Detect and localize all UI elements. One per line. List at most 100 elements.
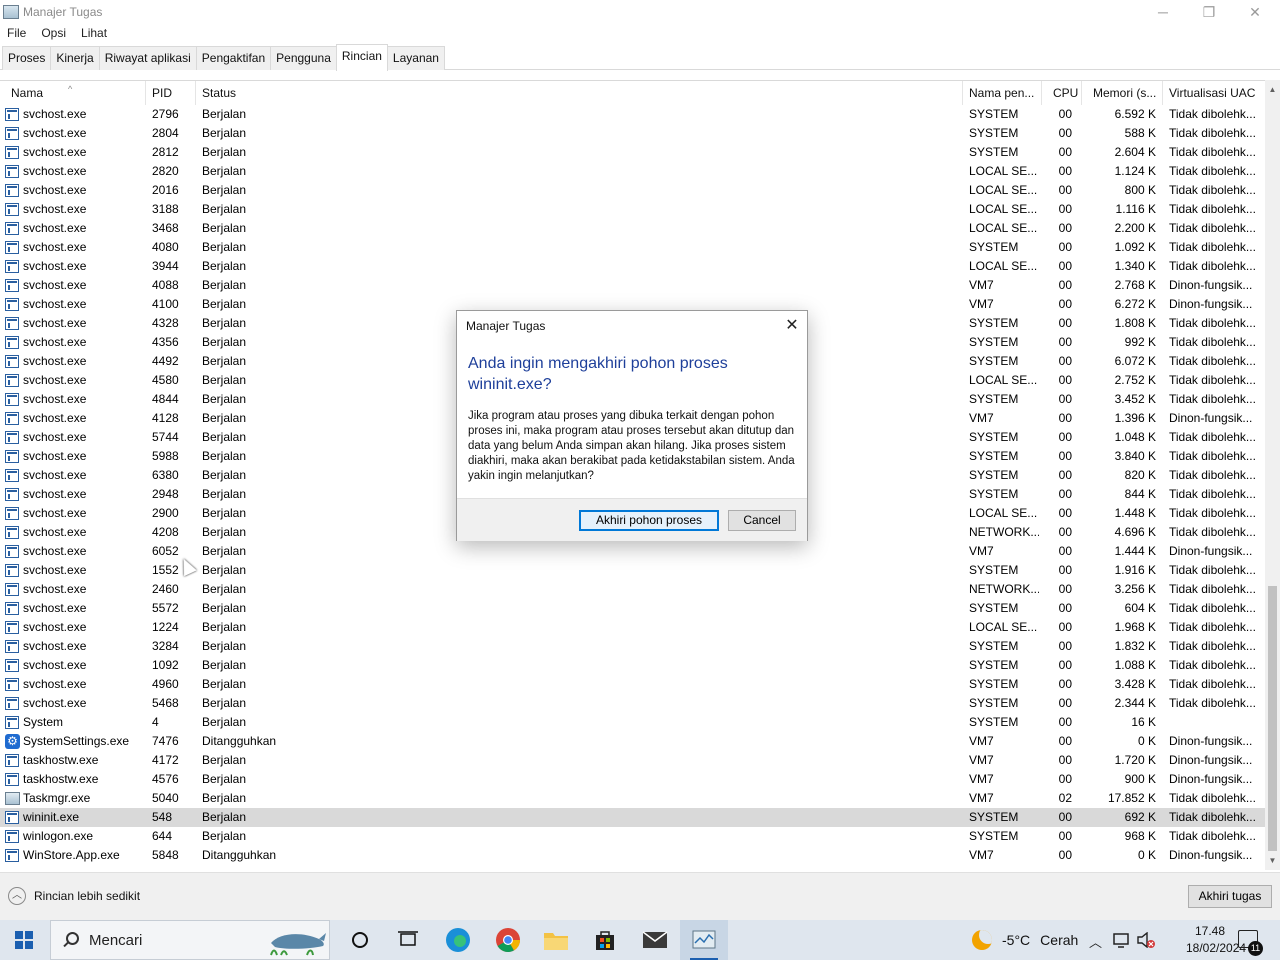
process-user: LOCAL SE...: [969, 183, 1038, 197]
process-cpu: 00: [1058, 734, 1072, 748]
scroll-thumb[interactable]: [1268, 586, 1277, 851]
tab-performance[interactable]: Kinerja: [50, 46, 100, 70]
process-user: SYSTEM: [969, 677, 1019, 691]
scroll-down-icon[interactable]: ▼: [1265, 853, 1280, 868]
table-row[interactable]: svchost.exe 1092 Berjalan SYSTEM 00 1.088 K Ti…: [0, 656, 1265, 675]
table-row[interactable]: winlogon.exe 644 Berjalan SYSTEM 00 968 K Tida…: [0, 827, 1265, 846]
process-window-icon: [5, 336, 19, 349]
table-row[interactable]: svchost.exe 2796 Berjalan SYSTEM 00 6.592 K Ti…: [0, 105, 1265, 124]
process-name: svchost.exe: [23, 601, 87, 615]
cortana-icon[interactable]: [346, 926, 374, 954]
process-name: SystemSettings.exe: [23, 734, 130, 748]
process-memory: 2.752 K: [1114, 373, 1156, 387]
task-view-icon[interactable]: [394, 926, 422, 954]
process-memory: 1.092 K: [1114, 240, 1156, 254]
table-row[interactable]: taskhostw.exe 4172 Berjalan VM7 00 1.720 K Din…: [0, 751, 1265, 770]
table-row[interactable]: svchost.exe 3284 Berjalan SYSTEM 00 1.832 K Ti…: [0, 637, 1265, 656]
menu-view[interactable]: Lihat: [74, 24, 115, 42]
cancel-button[interactable]: Cancel: [728, 510, 796, 531]
dialog-close-icon[interactable]: ✕: [781, 315, 803, 337]
process-name: svchost.exe: [23, 639, 87, 653]
vertical-scrollbar[interactable]: ▲ ▼: [1265, 80, 1280, 870]
process-uac: Dinon-fungsik...: [1169, 297, 1253, 311]
tab-app-history[interactable]: Riwayat aplikasi: [98, 46, 197, 70]
table-row[interactable]: Taskmgr.exe 5040 Berjalan VM7 02 17.852 K Tida…: [0, 789, 1265, 808]
table-row[interactable]: svchost.exe 4080 Berjalan SYSTEM 00 1.092 K Ti…: [0, 238, 1265, 257]
tab-services[interactable]: Layanan: [386, 46, 445, 70]
file-explorer-icon[interactable]: [542, 926, 570, 954]
edge-browser-icon[interactable]: [444, 926, 472, 954]
table-row[interactable]: svchost.exe 3188 Berjalan LOCAL SE... 00 1.11…: [0, 200, 1265, 219]
weather-widget[interactable]: -5°C Cerah: [972, 930, 1078, 950]
table-row[interactable]: svchost.exe 2812 Berjalan SYSTEM 00 2.604 K Ti…: [0, 143, 1265, 162]
table-row[interactable]: wininit.exe 548 Berjalan SYSTEM 00 692 K Tidak…: [0, 808, 1265, 827]
menu-options[interactable]: Opsi: [34, 24, 74, 42]
process-window-icon: [5, 659, 19, 672]
microsoft-store-icon[interactable]: [591, 926, 619, 954]
table-row[interactable]: taskhostw.exe 4576 Berjalan VM7 00 900 K Dinon…: [0, 770, 1265, 789]
column-header-memory[interactable]: Memori (s...: [1082, 81, 1163, 105]
process-name-cell: svchost.exe: [5, 694, 145, 713]
table-row[interactable]: svchost.exe 1224 Berjalan LOCAL SE... 00 1.96…: [0, 618, 1265, 637]
table-row[interactable]: svchost.exe 5468 Berjalan SYSTEM 00 2.344 K Ti…: [0, 694, 1265, 713]
process-memory: 2.344 K: [1114, 696, 1156, 710]
table-row[interactable]: svchost.exe 2460 Berjalan NETWORK... 00 3.256…: [0, 580, 1265, 599]
chrome-browser-icon[interactable]: [494, 926, 522, 954]
table-row[interactable]: ⚙ SystemSettings.exe 7476 Ditangguhkan VM7 00…: [0, 732, 1265, 751]
network-icon[interactable]: [1112, 932, 1130, 951]
column-header-status[interactable]: Status: [196, 81, 963, 105]
tab-startup[interactable]: Pengaktifan: [195, 46, 272, 70]
column-header-user[interactable]: Nama pen...: [963, 81, 1042, 105]
process-status: Berjalan: [202, 259, 247, 273]
mail-icon[interactable]: [641, 926, 669, 954]
fewer-details-toggle[interactable]: ︿ Rincian lebih sedikit: [8, 887, 140, 905]
system-clock[interactable]: 17.48 18/02/2024: [1186, 923, 1247, 957]
process-name-cell: ⚙ SystemSettings.exe: [5, 732, 145, 751]
tab-details[interactable]: Rincian: [335, 44, 388, 71]
end-task-button[interactable]: Akhiri tugas: [1188, 885, 1272, 908]
process-memory: 900 K: [1124, 772, 1156, 786]
table-row[interactable]: svchost.exe 3944 Berjalan LOCAL SE... 00 1.34…: [0, 257, 1265, 276]
tab-processes[interactable]: Proses: [2, 46, 52, 70]
maximize-button[interactable]: ❐: [1186, 0, 1232, 24]
process-window-icon: [5, 279, 19, 292]
table-row[interactable]: svchost.exe 4960 Berjalan SYSTEM 00 3.428 K Ti…: [0, 675, 1265, 694]
start-button[interactable]: [0, 920, 48, 960]
process-window-icon: [5, 621, 19, 634]
table-row[interactable]: svchost.exe 5572 Berjalan SYSTEM 00 604 K Tida…: [0, 599, 1265, 618]
end-process-tree-button[interactable]: Akhiri pohon proses: [579, 510, 719, 531]
table-row[interactable]: svchost.exe 2820 Berjalan LOCAL SE... 00 1.12…: [0, 162, 1265, 181]
table-row[interactable]: svchost.exe 3468 Berjalan LOCAL SE... 00 2.20…: [0, 219, 1265, 238]
process-cpu: 00: [1058, 696, 1072, 710]
process-cpu: 00: [1058, 354, 1072, 368]
table-row[interactable]: svchost.exe 4088 Berjalan VM7 00 2.768 K Dinon…: [0, 276, 1265, 295]
process-memory: 2.604 K: [1114, 145, 1156, 159]
process-cpu: 00: [1058, 715, 1072, 729]
column-header-pid[interactable]: PID: [146, 81, 196, 105]
close-button[interactable]: ✕: [1232, 0, 1278, 24]
tab-users[interactable]: Pengguna: [270, 46, 337, 70]
table-row[interactable]: WinStore.App.exe 5848 Ditangguhkan VM7 00 0 K…: [0, 846, 1265, 865]
table-row[interactable]: System 4 Berjalan SYSTEM 00 16 K: [0, 713, 1265, 732]
table-row[interactable]: svchost.exe 2016 Berjalan LOCAL SE... 00 800 …: [0, 181, 1265, 200]
process-pid: 2460: [152, 582, 179, 596]
column-header-uac[interactable]: Virtualisasi UAC: [1163, 81, 1265, 105]
process-memory: 0 K: [1137, 734, 1156, 748]
process-name-cell: svchost.exe: [5, 295, 145, 314]
task-manager-taskbar-button[interactable]: [680, 920, 728, 960]
process-uac: Tidak dibolehk...: [1169, 392, 1256, 406]
column-header-cpu[interactable]: CPU: [1042, 81, 1082, 105]
volume-muted-icon[interactable]: [1136, 931, 1156, 951]
column-header-name[interactable]: Nama ^: [0, 81, 146, 105]
menu-file[interactable]: File: [0, 24, 34, 42]
minimize-button[interactable]: ─: [1140, 0, 1186, 24]
taskbar-search[interactable]: Mencari: [50, 920, 330, 960]
scroll-up-icon[interactable]: ▲: [1265, 82, 1280, 97]
clock-date: 18/02/2024: [1186, 941, 1247, 955]
process-pid: 2948: [152, 487, 179, 501]
process-name: svchost.exe: [23, 506, 87, 520]
table-row[interactable]: svchost.exe 2804 Berjalan SYSTEM 00 588 K Tida…: [0, 124, 1265, 143]
process-uac: Dinon-fungsik...: [1169, 411, 1253, 425]
process-name-cell: svchost.exe: [5, 333, 145, 352]
show-hidden-icons-chevron-icon[interactable]: ︿: [1089, 932, 1102, 951]
